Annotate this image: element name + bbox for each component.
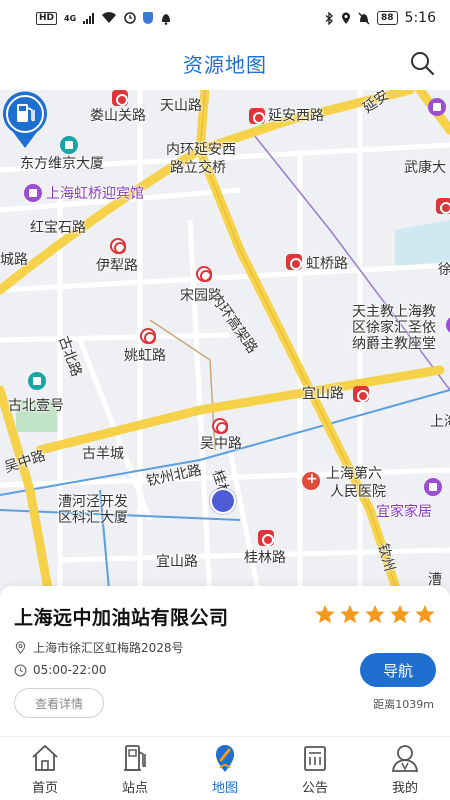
bottom-tab-bar: 首页 站点 地图 公告 我的 xyxy=(0,736,450,800)
hours-row: 05:00-22:00 xyxy=(14,663,107,677)
tab-label: 地图 xyxy=(211,781,238,796)
map-label: 上海 xyxy=(430,414,450,430)
tab-label: 我的 xyxy=(391,781,418,796)
clock-icon xyxy=(14,664,27,676)
search-icon[interactable] xyxy=(408,49,436,77)
tab-label: 首页 xyxy=(31,781,58,796)
signal-icon xyxy=(83,12,95,24)
station-address: 上海市徐汇区虹梅路2028号 xyxy=(33,641,184,655)
clock: 5:16 xyxy=(404,10,436,26)
opening-hours: 05:00-22:00 xyxy=(33,663,107,677)
station-name: 上海远中加油站有限公司 xyxy=(14,607,229,629)
tab-stations[interactable]: 站点 xyxy=(90,737,180,800)
map-label: 区徐家汇圣依 xyxy=(352,320,436,336)
map-label: 娄山关路 xyxy=(90,108,146,124)
tab-mine[interactable]: 我的 xyxy=(360,737,450,800)
tab-map[interactable]: 地图 xyxy=(180,737,270,800)
map-label: 宜山路 xyxy=(302,386,344,402)
battery-icon: 88 xyxy=(377,11,398,25)
map-label: 城路 xyxy=(0,252,28,268)
rating-stars xyxy=(314,603,436,625)
tab-home[interactable]: 首页 xyxy=(0,737,90,800)
gas-station-marker[interactable] xyxy=(0,90,50,150)
hotel-icon xyxy=(24,184,42,202)
shield-icon xyxy=(143,12,154,24)
map-label: 宜家家居 xyxy=(376,504,432,520)
mute-icon xyxy=(358,12,370,24)
address-row: 上海市徐汇区虹梅路2028号 xyxy=(14,639,184,656)
metro-station-icon xyxy=(436,198,450,214)
map-label: 人民医院 xyxy=(330,484,386,500)
current-location-dot xyxy=(210,488,236,514)
map-label: 古羊城 xyxy=(82,446,124,462)
map-label: 路立交桥 xyxy=(170,160,226,176)
map-label: 古北壹号 xyxy=(8,398,64,414)
star-icon xyxy=(340,604,360,624)
building-icon xyxy=(60,136,78,154)
status-right: 88 5:16 xyxy=(325,10,436,26)
map-label: 吴中路 xyxy=(200,436,242,452)
star-icon xyxy=(365,604,385,624)
map-label: 内环延安西 xyxy=(166,142,236,158)
map-label: 虹桥路 xyxy=(306,256,348,272)
tab-label: 站点 xyxy=(121,781,148,796)
app-header: 资源地图 xyxy=(0,36,450,90)
metro-station-icon xyxy=(353,386,369,402)
map-label: 纳爵主教座堂 xyxy=(352,336,436,352)
home-icon xyxy=(32,744,58,771)
page-title: 资源地图 xyxy=(183,52,267,77)
map-label: 天主教上海教 xyxy=(352,304,436,320)
map-view[interactable]: 娄山关路 天山路 延安西路 延安 内环延安西 路立交桥 武康大 东方维京大厦 上… xyxy=(0,90,450,600)
metro-station-icon xyxy=(196,266,212,282)
location-pin-icon xyxy=(15,641,26,654)
map-label: 武康大 xyxy=(404,160,446,176)
map-label: 伊犁路 xyxy=(96,258,138,274)
alarm-icon xyxy=(124,12,136,24)
map-label: 上海第六 xyxy=(326,466,382,482)
hotel-icon xyxy=(428,98,446,116)
map-label: 天山路 xyxy=(160,98,202,114)
status-bar: HD 4G 88 5:16 xyxy=(0,0,450,36)
star-icon xyxy=(390,604,410,624)
star-icon xyxy=(415,604,435,624)
notice-board-icon xyxy=(304,746,326,771)
tab-notices[interactable]: 公告 xyxy=(270,737,360,800)
metro-station-icon xyxy=(110,238,126,254)
map-label: 延安西路 xyxy=(268,108,324,124)
metro-station-icon xyxy=(286,254,302,270)
map-pin-icon xyxy=(216,745,234,772)
bell-icon xyxy=(162,13,171,25)
star-icon xyxy=(315,604,335,624)
metro-station-icon xyxy=(249,108,265,124)
map-label: 宜山路 xyxy=(156,554,198,570)
map-label: 东方维京大厦 xyxy=(20,156,104,172)
location-icon xyxy=(342,12,351,24)
metro-station-icon xyxy=(258,530,274,546)
network-type: 4G xyxy=(64,13,77,23)
bluetooth-icon xyxy=(325,11,333,25)
user-icon xyxy=(392,745,418,772)
map-label: 漕河泾开发 xyxy=(58,494,128,510)
wifi-icon xyxy=(102,12,117,23)
building-icon xyxy=(28,372,46,390)
tab-label: 公告 xyxy=(301,781,328,796)
hd-indicator: HD xyxy=(36,11,58,25)
status-left: HD 4G xyxy=(36,11,172,25)
map-label: 姚虹路 xyxy=(124,348,166,364)
map-label: 红宝石路 xyxy=(30,220,86,236)
map-label: 徐 xyxy=(438,262,450,278)
hospital-icon xyxy=(302,471,320,490)
distance-text: 距离1039m xyxy=(373,698,434,711)
metro-station-icon xyxy=(212,418,228,434)
map-label: 区科汇大厦 xyxy=(58,510,128,526)
view-details-button[interactable]: 查看详情 xyxy=(14,688,104,718)
fuel-station-icon xyxy=(124,745,146,771)
station-card: 上海远中加油站有限公司 上海市徐汇区虹梅路2028号 05:00-22:00 查… xyxy=(0,586,450,736)
metro-station-icon xyxy=(140,328,156,344)
map-label: 桂林路 xyxy=(244,550,286,566)
metro-station-icon xyxy=(112,90,128,106)
store-icon xyxy=(424,478,442,496)
map-label: 上海虹桥迎宾馆 xyxy=(46,186,144,202)
navigate-button[interactable]: 导航 xyxy=(360,653,436,687)
